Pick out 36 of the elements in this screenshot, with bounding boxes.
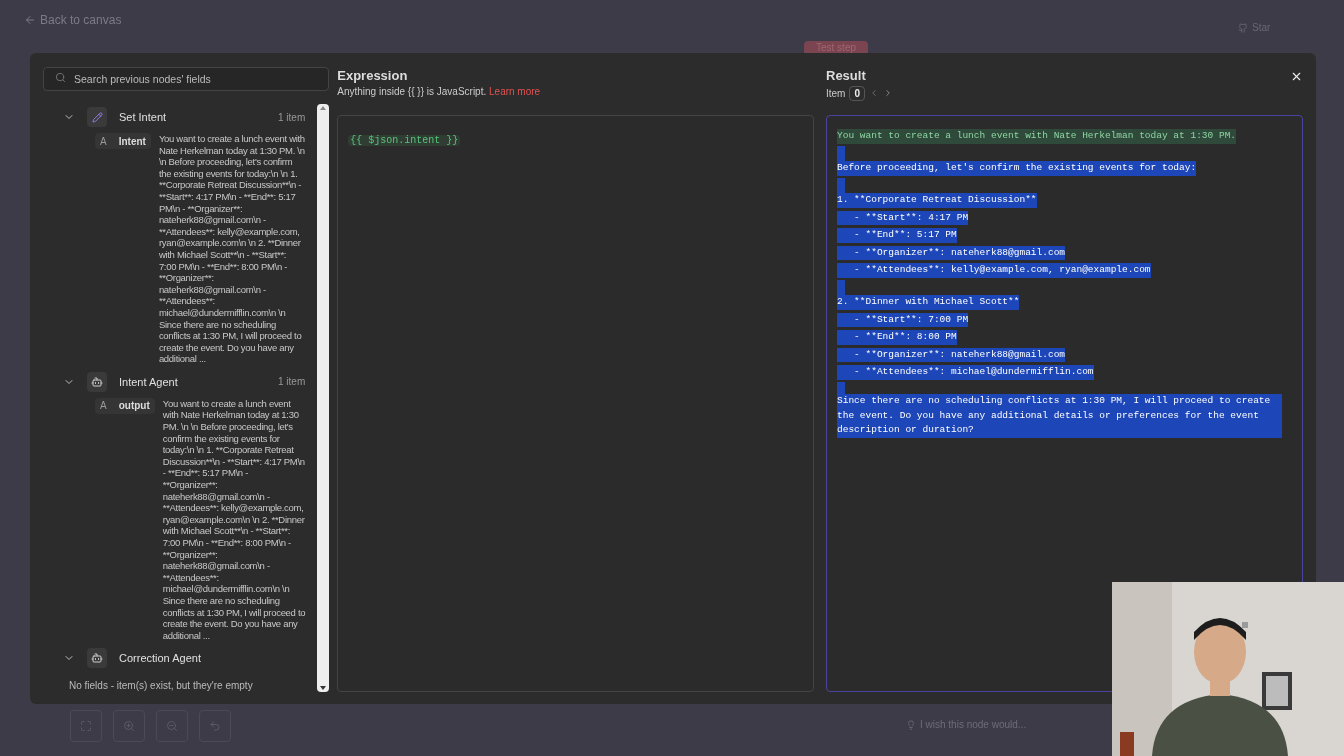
close-button[interactable] — [1290, 70, 1303, 83]
node-name[interactable]: Set Intent — [119, 108, 266, 126]
panel-title: Expression — [337, 67, 409, 85]
back-arrow-icon — [24, 14, 36, 26]
field-value: You want to create a lunch event with Nate Herkelman today at 1:30 PM. \n \n Before proceeding, let's confirm the existing events for today:\n \n 1. **Corporate Retreat Discussion**\n - **Start**: 4:17 PM\n - **End**: 5:17 PM\n - **Organizer**: nateherk88@gmail.com\n - **Attendees**: kelly@example.com, ryan@example.com\n \n 2. **Dinner with Michael Scott**\n - **Start**: 7:00 PM\n - **End**: 8:00 PM\n - **Organizer**: nateherk88@gmail.com\n - **Attendees**: michael@dundermifflin.com\n \n Since there are no scheduling conflicts at 1:30 PM, I will proceed to create the event. Do you have any additional ... — [162, 397, 306, 642]
search-icon — [55, 72, 66, 83]
previous-icon[interactable] — [869, 88, 879, 98]
scroll-down-icon[interactable] — [320, 686, 327, 690]
expression-code: {{ $json.intent }} — [348, 135, 461, 146]
next-icon[interactable] — [883, 88, 893, 98]
field-chip[interactable]: A output — [95, 397, 155, 414]
fit-view-icon — [80, 720, 92, 732]
robot-icon — [87, 648, 107, 669]
item-count: 1 item — [278, 110, 306, 125]
search-field[interactable]: Search previous nodes' fields — [43, 67, 330, 91]
item-count: 1 item — [278, 375, 306, 390]
expression-hint: Anything inside {{ }} is JavaScript. Learn more — [337, 85, 542, 99]
github-icon — [1238, 22, 1248, 33]
pencil-icon — [87, 107, 107, 127]
item-label: Item — [826, 86, 846, 101]
node-name[interactable]: Intent Agent — [119, 373, 266, 391]
zoom-in-icon — [123, 720, 135, 732]
scroll-up-icon[interactable] — [320, 106, 327, 110]
field-value: You want to create a lunch event with Nate Herkelman today at 1:30 PM. \n \n Before proceeding, let's confirm the existing events for today:\n \n 1. **Corporate Retreat Discussion**\n - **Start**: 4:17 PM\n - **End**: 5:17 PM\n - **Organizer**: nateherk88@gmail.com\n - **Attendees**: kelly@example.com, ryan@example.com\n \n 2. **Dinner with Michael Scott**\n - **Start**: 7:00 PM\n - **End**: 8:00 PM\n - **Organizer**: nateherk88@gmail.com\n - **Attendees**: michael@dundermifflin.com\n \n Since there are no scheduling conflicts at 1:30 PM, I will proceed to create the event. Do you have any additional ... — [158, 133, 306, 365]
robot-icon — [87, 371, 107, 392]
learn-more-link[interactable]: Learn more — [489, 86, 541, 97]
empty-note: No fields - item(s) exist, but they're empty — [68, 679, 254, 692]
panel-title: Result — [826, 67, 867, 85]
zoom-out-icon — [166, 720, 178, 732]
item-index-field[interactable]: 0 — [849, 85, 865, 101]
node-name[interactable]: Correction Agent — [119, 650, 306, 667]
scrollbar[interactable] — [317, 104, 330, 692]
expression-editor[interactable]: {{ $json.intent }} — [337, 115, 814, 692]
lightbulb-icon — [906, 719, 916, 730]
undo-icon — [209, 720, 221, 732]
field-chip[interactable]: A Intent — [95, 133, 151, 149]
